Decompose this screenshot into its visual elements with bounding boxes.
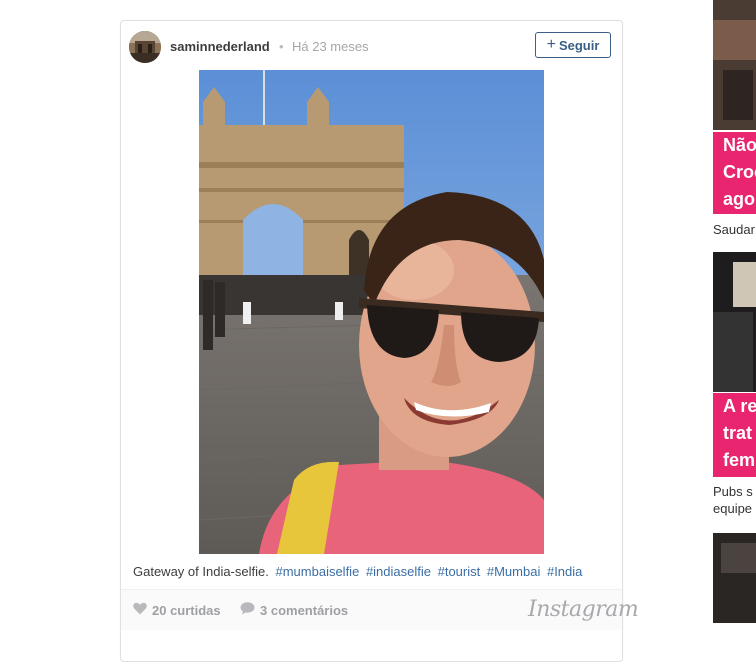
- hashtag-link[interactable]: #tourist: [438, 564, 481, 579]
- news-headline-2: A re trat fem: [713, 393, 756, 477]
- hashtag-link[interactable]: #Mumbai: [487, 564, 540, 579]
- post-header: saminnederland • Há 23 meses + Seguir: [121, 21, 622, 71]
- news-story-3[interactable]: [713, 533, 756, 623]
- hashtag-link[interactable]: #India: [547, 564, 582, 579]
- comments-count[interactable]: 3 comentários: [240, 602, 348, 618]
- username-link[interactable]: saminnederland: [170, 39, 270, 54]
- follow-label: Seguir: [558, 37, 600, 53]
- likes-label: 20 curtidas: [152, 602, 221, 618]
- heart-icon: [133, 602, 147, 618]
- speech-bubble-icon: [240, 602, 255, 618]
- news-story-2[interactable]: A re trat fem Pubs s equipe: [713, 252, 756, 522]
- follow-button[interactable]: + Seguir: [535, 32, 611, 58]
- post-timestamp[interactable]: Há 23 meses: [292, 39, 369, 54]
- caption-text: Gateway of India-selfie.: [133, 564, 269, 579]
- post-caption: Gateway of India-selfie. #mumbaiselfie #…: [133, 564, 613, 579]
- hashtag-link[interactable]: #mumbaiselfie: [275, 564, 359, 579]
- avatar[interactable]: [129, 31, 161, 63]
- news-image-1: [713, 0, 756, 130]
- news-image-3: [713, 533, 756, 623]
- instagram-embed-card: saminnederland • Há 23 meses + Seguir Ga…: [120, 20, 639, 662]
- likes-count[interactable]: 20 curtidas: [133, 602, 221, 618]
- comments-label: 3 comentários: [260, 602, 349, 618]
- plus-icon: +: [546, 36, 556, 53]
- post-footer: 20 curtidas 3 comentários Instagram: [121, 589, 639, 630]
- separator-dot: •: [279, 39, 284, 54]
- news-story-1[interactable]: Não Croc ago Saudar: [713, 0, 756, 240]
- news-headline-1: Não Croc ago: [713, 132, 756, 214]
- hashtag-link[interactable]: #indiaselfie: [366, 564, 431, 579]
- post-photo[interactable]: [199, 70, 544, 554]
- news-subtext-2: Pubs s equipe: [713, 484, 753, 516]
- news-image-2: [713, 252, 756, 392]
- news-subtext-1: Saudar: [713, 222, 755, 237]
- instagram-logo[interactable]: Instagram: [528, 597, 639, 622]
